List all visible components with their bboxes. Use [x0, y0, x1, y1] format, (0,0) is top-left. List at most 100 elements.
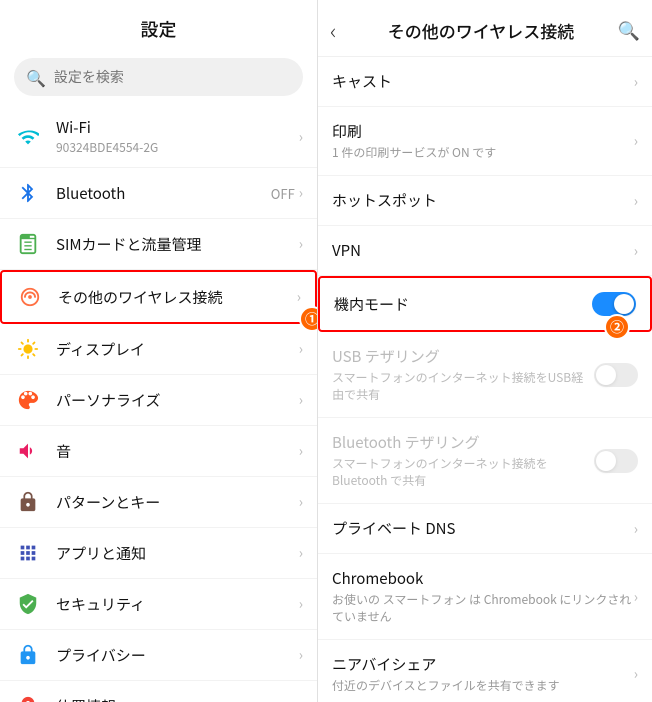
pattern-chevron: ›	[299, 492, 303, 512]
chromebook-chevron: ›	[634, 587, 638, 607]
wifi-value: 90324BDE4554-2G	[56, 139, 299, 156]
setting-item-pattern[interactable]: パターンとキー ›	[0, 477, 317, 528]
nearby-subtitle: 付近のデバイスとファイルを共有できます	[332, 677, 634, 694]
hotspot-content: ホットスポット	[332, 190, 634, 211]
right-search-icon[interactable]: 🔍	[618, 17, 640, 43]
sound-label: 音	[56, 441, 299, 462]
bt-tether-subtitle: スマートフォンのインターネット接続をBluetooth で共有	[332, 455, 594, 489]
print-content: 印刷 1 件の印刷サービスが ON です	[332, 121, 634, 161]
palette-label: パーソナライズ	[56, 390, 299, 411]
wifi-label: Wi-Fi	[56, 117, 299, 138]
display-content: ディスプレイ	[56, 339, 299, 360]
setting-item-wireless[interactable]: その他のワイヤレス接続 › ①	[0, 270, 317, 324]
privacy-chevron: ›	[299, 645, 303, 665]
left-title: 設定	[0, 0, 317, 52]
sim-content: SIMカードと流量管理	[56, 234, 299, 255]
location-label: 位置情報	[56, 696, 299, 702]
sim-icon	[14, 230, 42, 258]
airplane-label: 機内モード	[334, 294, 592, 315]
airplane-toggle-knob	[614, 294, 634, 314]
wifi-icon	[14, 123, 42, 151]
setting-item-wifi[interactable]: Wi-Fi 90324BDE4554-2G ›	[0, 106, 317, 168]
bt-tether-toggle-knob	[596, 451, 616, 471]
setting-item-display[interactable]: ディスプレイ ›	[0, 324, 317, 375]
bluetooth-content: Bluetooth	[56, 183, 271, 204]
setting-item-bluetooth[interactable]: Bluetooth OFF ›	[0, 168, 317, 219]
right-item-private-dns[interactable]: プライベート DNS ›	[318, 504, 652, 554]
sound-chevron: ›	[299, 441, 303, 461]
private-dns-label: プライベート DNS	[332, 518, 634, 539]
setting-item-apps[interactable]: アプリと通知 ›	[0, 528, 317, 579]
search-input[interactable]	[54, 69, 291, 85]
apps-content: アプリと通知	[56, 543, 299, 564]
right-item-print[interactable]: 印刷 1 件の印刷サービスが ON です ›	[318, 107, 652, 176]
hotspot-label: ホットスポット	[332, 190, 634, 211]
bt-tether-content: Bluetooth テザリング スマートフォンのインターネット接続をBlueto…	[332, 432, 594, 489]
apps-icon	[14, 539, 42, 567]
security-chevron: ›	[299, 594, 303, 614]
right-item-nearby[interactable]: ニアバイシェア 付近のデバイスとファイルを共有できます ›	[318, 640, 652, 702]
privacy-content: プライバシー	[56, 645, 299, 666]
pattern-icon	[14, 488, 42, 516]
sim-chevron: ›	[299, 234, 303, 254]
print-subtitle: 1 件の印刷サービスが ON です	[332, 144, 634, 161]
usb-tether-toggle-knob	[596, 365, 616, 385]
sim-label: SIMカードと流量管理	[56, 234, 299, 255]
palette-chevron: ›	[299, 390, 303, 410]
airplane-toggle[interactable]	[592, 292, 636, 316]
privacy-label: プライバシー	[56, 645, 299, 666]
search-icon: 🔍	[26, 65, 46, 89]
pattern-content: パターンとキー	[56, 492, 299, 513]
right-list: キャスト › 印刷 1 件の印刷サービスが ON です › ホットスポット › …	[318, 57, 652, 702]
nearby-label: ニアバイシェア	[332, 654, 634, 675]
pattern-label: パターンとキー	[56, 492, 299, 513]
bluetooth-value: OFF	[271, 184, 295, 203]
right-item-chromebook[interactable]: Chromebook お使いの スマートフォン は Chromebook にリン…	[318, 554, 652, 640]
privacy-icon	[14, 641, 42, 669]
display-chevron: ›	[299, 339, 303, 359]
display-icon	[14, 335, 42, 363]
security-content: セキュリティ	[56, 594, 299, 615]
left-panel: 設定 🔍 Wi-Fi 90324BDE4554-2G ›	[0, 0, 318, 702]
location-content: 位置情報	[56, 696, 299, 702]
setting-item-sim[interactable]: SIMカードと流量管理 ›	[0, 219, 317, 270]
sound-icon	[14, 437, 42, 465]
wireless-chevron: ›	[297, 287, 301, 307]
right-item-airplane[interactable]: 機内モード ②	[318, 276, 652, 332]
right-item-hotspot[interactable]: ホットスポット ›	[318, 176, 652, 226]
right-item-cast[interactable]: キャスト ›	[318, 57, 652, 107]
cast-label: キャスト	[332, 71, 634, 92]
palette-content: パーソナライズ	[56, 390, 299, 411]
setting-item-security[interactable]: セキュリティ ›	[0, 579, 317, 630]
search-bar[interactable]: 🔍	[14, 58, 303, 96]
bt-tether-toggle[interactable]	[594, 449, 638, 473]
setting-item-privacy[interactable]: プライバシー ›	[0, 630, 317, 681]
vpn-content: VPN	[332, 240, 634, 261]
setting-item-sound[interactable]: 音 ›	[0, 426, 317, 477]
usb-tether-toggle[interactable]	[594, 363, 638, 387]
vpn-label: VPN	[332, 240, 634, 261]
setting-item-location[interactable]: 位置情報 ›	[0, 681, 317, 702]
apps-label: アプリと通知	[56, 543, 299, 564]
right-header: ‹ その他のワイヤレス接続 🔍	[318, 0, 652, 57]
setting-item-palette[interactable]: パーソナライズ ›	[0, 375, 317, 426]
private-dns-content: プライベート DNS	[332, 518, 634, 539]
chromebook-content: Chromebook お使いの スマートフォン は Chromebook にリン…	[332, 568, 634, 625]
back-button[interactable]: ‹	[330, 14, 336, 46]
chromebook-subtitle: お使いの スマートフォン は Chromebook にリンクされていません	[332, 591, 634, 625]
wifi-chevron: ›	[299, 127, 303, 147]
wireless-icon	[16, 283, 44, 311]
usb-tether-subtitle: スマートフォンのインターネット接続をUSB経由で共有	[332, 369, 594, 403]
badge-2: ②	[604, 314, 630, 340]
cast-content: キャスト	[332, 71, 634, 92]
sound-content: 音	[56, 441, 299, 462]
right-item-vpn[interactable]: VPN ›	[318, 226, 652, 276]
nearby-content: ニアバイシェア 付近のデバイスとファイルを共有できます	[332, 654, 634, 694]
airplane-content: 機内モード	[334, 294, 592, 315]
print-label: 印刷	[332, 121, 634, 142]
security-icon	[14, 590, 42, 618]
bluetooth-chevron: ›	[299, 183, 303, 203]
right-item-usb-tether[interactable]: USB テザリング スマートフォンのインターネット接続をUSB経由で共有	[318, 332, 652, 418]
right-item-bt-tether[interactable]: Bluetooth テザリング スマートフォンのインターネット接続をBlueto…	[318, 418, 652, 504]
wireless-label: その他のワイヤレス接続	[58, 287, 297, 308]
